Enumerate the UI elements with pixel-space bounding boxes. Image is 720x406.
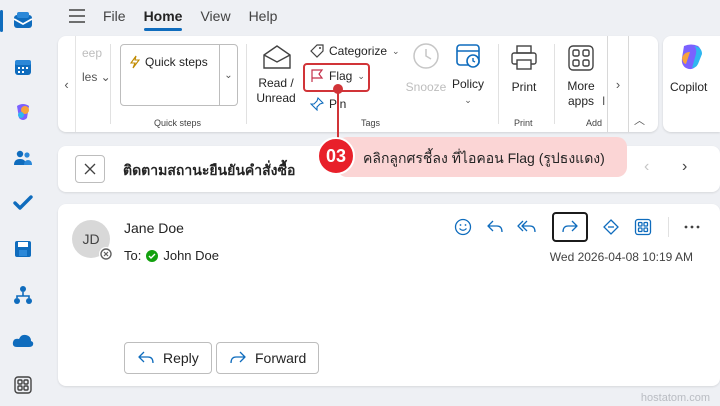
- pin-button[interactable]: Pin: [310, 97, 346, 111]
- message-subject: ติดตามสถานะยืนยันคำสั่งซื้อ: [123, 162, 296, 178]
- faded-ribbon-label: I: [602, 94, 606, 108]
- active-indicator: [0, 10, 3, 32]
- quick-steps-gallery[interactable]: Quick steps ⌄: [120, 44, 238, 106]
- apps-grid-icon: [568, 45, 594, 71]
- add-group-label: Add: [586, 118, 603, 128]
- previous-message-icon[interactable]: ‹: [644, 158, 649, 176]
- faded-ribbon-label: eep: [82, 46, 103, 60]
- app-rail: [0, 0, 46, 406]
- close-icon: [84, 163, 96, 175]
- recipient-name[interactable]: John Doe: [163, 248, 219, 263]
- save-disk-icon[interactable]: [11, 237, 35, 261]
- pin-icon: [310, 97, 324, 111]
- forward-button[interactable]: Forward: [216, 342, 320, 374]
- immersive-reader-icon[interactable]: [596, 212, 626, 242]
- org-chart-icon[interactable]: [11, 283, 35, 307]
- actions-divider: [668, 217, 669, 237]
- policy-button[interactable]: Policy ⌄: [450, 42, 486, 112]
- ribbon-divider: [110, 44, 111, 124]
- mail-icon[interactable]: [11, 9, 35, 33]
- tab-home[interactable]: Home: [135, 0, 192, 32]
- onedrive-icon[interactable]: [11, 329, 35, 353]
- reply-icon: [138, 351, 154, 364]
- step-callout: 03 คลิกลูกศรชี้ลง ที่ไอคอน Flag (รูปธงแด…: [317, 137, 627, 177]
- watermark: hostatom.com: [640, 392, 710, 404]
- recipient-row: To: John Doe: [124, 248, 219, 263]
- close-message-button[interactable]: [75, 155, 105, 183]
- tag-icon: [310, 44, 324, 58]
- clock-icon: [413, 43, 439, 69]
- to-label: To:: [124, 248, 142, 263]
- people-icon[interactable]: [11, 146, 35, 170]
- menu-bar: File Home View Help: [60, 0, 286, 32]
- ribbon-divider: [554, 44, 555, 124]
- reply-all-icon[interactable]: [512, 212, 542, 242]
- presence-offline-icon: [99, 247, 113, 261]
- more-apps-rail-icon[interactable]: [11, 373, 35, 397]
- ribbon-scroll-left-icon[interactable]: ‹: [58, 36, 76, 132]
- hamburger-menu-icon[interactable]: [60, 0, 94, 32]
- callout-pointer-dot: [333, 84, 343, 94]
- print-label: Print: [511, 80, 537, 94]
- step-number-badge: 03: [317, 137, 355, 175]
- message-date: Wed 2026-04-08 10:19 AM: [549, 250, 693, 264]
- message-card: JD Jane Doe To: John Doe Wed 2026-04-08 …: [58, 204, 720, 386]
- ribbon-divider: [246, 44, 247, 124]
- quick-steps-item[interactable]: Quick steps: [129, 55, 208, 69]
- faded-ribbon-label: les ⌄: [82, 70, 111, 84]
- step-instruction: คลิกลูกศรชี้ลง ที่ไอคอน Flag (รูปธงแดง): [363, 150, 605, 166]
- sender-name[interactable]: Jane Doe: [124, 220, 184, 236]
- policy-label: Policy: [451, 77, 484, 91]
- reply-button[interactable]: Reply: [124, 342, 212, 374]
- snooze-label: Snooze: [405, 80, 447, 94]
- reply-icon[interactable]: [480, 212, 510, 242]
- quick-steps-dropdown[interactable]: ⌄: [219, 45, 237, 105]
- forward-icon[interactable]: [552, 212, 588, 242]
- apps-icon[interactable]: [628, 212, 658, 242]
- lightning-icon: [129, 55, 141, 69]
- read-unread-button[interactable]: Read / Unread: [256, 44, 298, 114]
- copilot-icon: [681, 44, 702, 70]
- copilot-button[interactable]: Copilot: [663, 36, 720, 132]
- collapse-ribbon-icon[interactable]: ︿: [634, 112, 645, 128]
- policy-icon: [456, 44, 480, 68]
- callout-pointer-line: [337, 87, 339, 144]
- ribbon: ‹ eep les ⌄ Quick steps ⌄ Quick steps Re…: [58, 36, 658, 132]
- more-options-icon[interactable]: [677, 212, 707, 242]
- envelope-open-icon: [263, 45, 291, 69]
- snooze-button[interactable]: Snooze: [404, 42, 448, 102]
- tags-group-label: Tags: [361, 118, 381, 128]
- categorize-button[interactable]: Categorize ⌄: [310, 44, 400, 58]
- quick-steps-group-label: Quick steps: [154, 118, 202, 128]
- more-apps-label: More apps: [567, 79, 595, 108]
- print-button[interactable]: Print: [506, 44, 542, 104]
- tab-view[interactable]: View: [191, 0, 239, 32]
- message-actions: [448, 212, 709, 242]
- forward-icon: [230, 351, 246, 364]
- ribbon-scroll-right-icon[interactable]: ›: [607, 36, 629, 132]
- presence-available-icon: [146, 249, 159, 262]
- emoji-reaction-icon[interactable]: [448, 212, 478, 242]
- tab-help[interactable]: Help: [240, 0, 287, 32]
- more-apps-button[interactable]: More apps: [562, 44, 600, 114]
- policy-dropdown-chevron-icon[interactable]: ⌄: [450, 93, 486, 108]
- tab-file[interactable]: File: [94, 0, 135, 32]
- next-message-icon[interactable]: ›: [682, 158, 687, 176]
- print-group-label: Print: [514, 118, 533, 128]
- todo-icon[interactable]: [11, 191, 35, 215]
- read-unread-label: Read / Unread: [256, 76, 296, 105]
- copilot-app-icon[interactable]: [11, 100, 35, 124]
- copilot-label: Copilot: [670, 80, 708, 94]
- ribbon-divider: [498, 44, 499, 124]
- printer-icon: [511, 45, 537, 70]
- calendar-icon[interactable]: [11, 55, 35, 79]
